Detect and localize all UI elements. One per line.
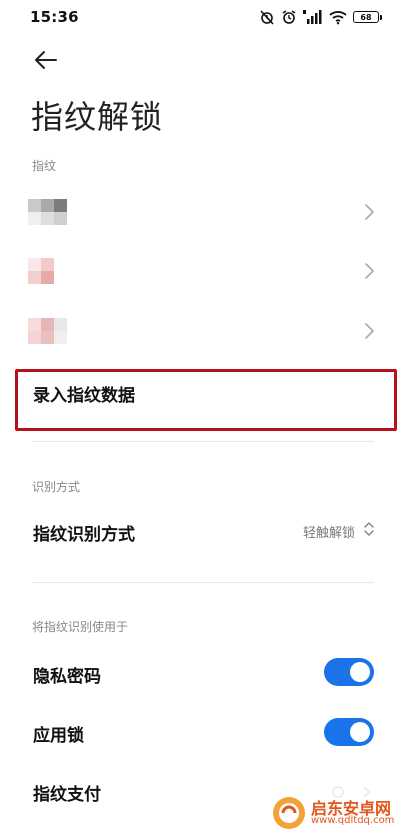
- page-title: 指纹解锁: [31, 98, 164, 136]
- privacy-password-label: 隐私密码: [33, 667, 101, 687]
- status-time: 15:36: [30, 8, 79, 26]
- fingerprint-item[interactable]: [0, 246, 405, 296]
- app-lock-label: 应用锁: [33, 726, 84, 746]
- toggle-knob: [350, 722, 370, 742]
- app-lock-toggle[interactable]: [324, 718, 374, 746]
- alarm-icon: [282, 10, 296, 24]
- chevron-right-icon: [365, 263, 374, 279]
- wifi-icon: [329, 11, 347, 25]
- section-label-usage: 将指纹识别使用于: [32, 620, 129, 634]
- back-button[interactable]: [32, 46, 60, 74]
- recognition-mode-label[interactable]: 指纹识别方式: [33, 520, 135, 545]
- fingerprint-item[interactable]: [0, 187, 405, 237]
- status-bar: 15:36 68: [0, 0, 405, 34]
- watermark-url: www.qdltdq.com: [311, 815, 395, 826]
- alarm-off-icon: [260, 10, 274, 25]
- fingerprint-item[interactable]: [0, 306, 405, 356]
- fingerprint-thumbnail: [28, 318, 67, 344]
- fingerprint-thumbnail: [28, 199, 67, 225]
- section-label-recognition: 识别方式: [32, 480, 81, 494]
- divider: [32, 582, 374, 583]
- enroll-fingerprint-button[interactable]: 录入指纹数据: [33, 381, 135, 406]
- fingerprint-payment-label[interactable]: 指纹支付: [33, 780, 101, 805]
- watermark-logo-icon: [273, 797, 305, 829]
- watermark: 启东安卓网 www.qdltdq.com: [269, 793, 399, 833]
- privacy-password-toggle[interactable]: [324, 658, 374, 686]
- back-arrow-icon: [35, 51, 57, 69]
- toggle-knob: [350, 662, 370, 682]
- chevron-right-icon: [365, 323, 374, 339]
- fingerprint-thumbnail: [28, 258, 67, 284]
- updown-chevron-icon: [364, 522, 374, 536]
- status-icons: 68: [259, 8, 382, 26]
- battery-icon: 68: [353, 11, 382, 23]
- recognition-mode-value[interactable]: 轻触解锁: [303, 522, 355, 541]
- chevron-right-icon: [365, 204, 374, 220]
- hd-signal-icon: [303, 10, 322, 24]
- section-label-fingerprints: 指纹: [32, 159, 57, 173]
- divider: [32, 441, 374, 442]
